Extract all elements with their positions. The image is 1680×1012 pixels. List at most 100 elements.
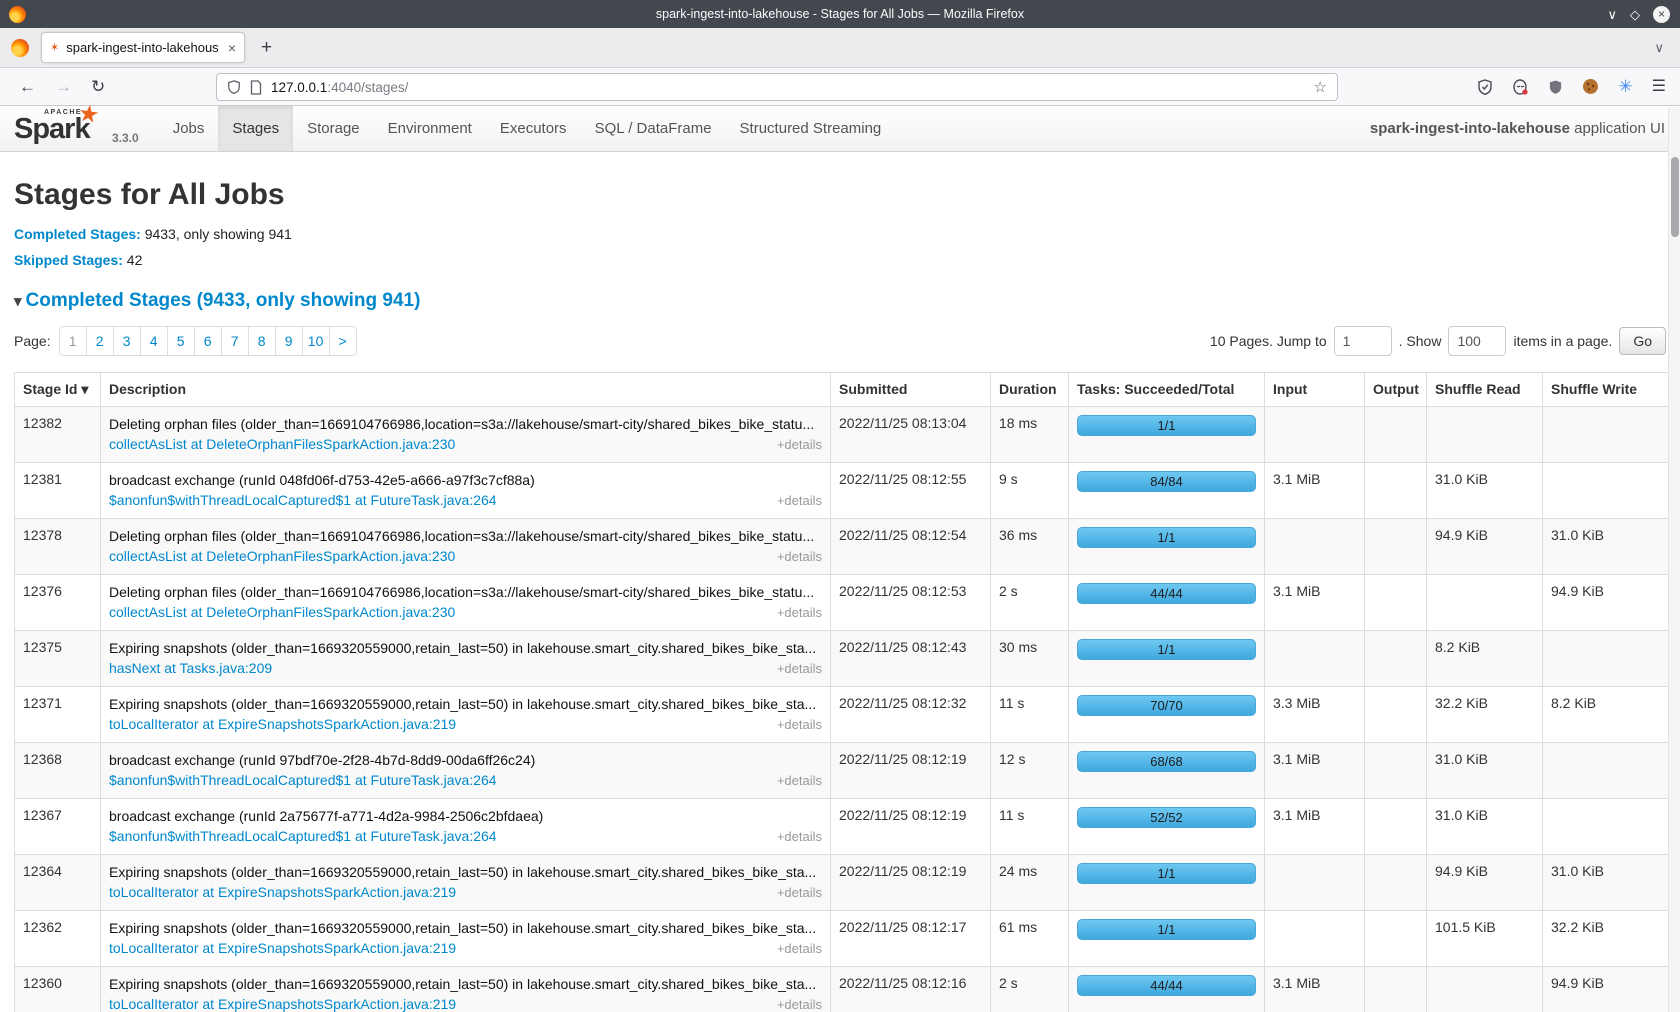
show-count-input[interactable]: [1448, 326, 1506, 356]
stage-detail-link[interactable]: toLocalIterator at ExpireSnapshotsSparkA…: [109, 995, 456, 1012]
shield-permissions-icon[interactable]: [227, 79, 241, 95]
shuffle-read-cell: 8.2 KiB: [1427, 631, 1543, 687]
shuffle-write-cell: [1543, 463, 1669, 519]
stage-detail-link[interactable]: $anonfun$withThreadLocalCaptured$1 at Fu…: [109, 827, 497, 846]
shuffle-write-cell: [1543, 799, 1669, 855]
output-cell: [1365, 687, 1427, 743]
extension-mask-icon[interactable]: [1512, 79, 1529, 95]
stage-description-text: Expiring snapshots (older_than=166932055…: [109, 863, 822, 882]
details-toggle[interactable]: +details: [777, 827, 822, 846]
column-header-input[interactable]: Input: [1265, 373, 1365, 407]
stage-detail-link[interactable]: $anonfun$withThreadLocalCaptured$1 at Fu…: [109, 771, 497, 790]
page-button-4[interactable]: 4: [140, 326, 168, 356]
submitted-cell: 2022/11/25 08:12:19: [831, 743, 991, 799]
extension-cookie-icon[interactable]: [1582, 78, 1599, 95]
bookmark-star-icon[interactable]: ☆: [1314, 78, 1327, 96]
shuffle-write-cell: 32.2 KiB: [1543, 911, 1669, 967]
jump-to-input[interactable]: [1334, 326, 1392, 356]
column-header-tasks-succeeded-total[interactable]: Tasks: Succeeded/Total: [1069, 373, 1265, 407]
page-button-10[interactable]: 10: [302, 326, 330, 356]
shuffle-write-cell: 8.2 KiB: [1543, 687, 1669, 743]
nav-item-environment[interactable]: Environment: [374, 106, 486, 151]
page-button-1[interactable]: 1: [59, 326, 87, 356]
page-button-9[interactable]: 9: [275, 326, 303, 356]
column-header-stage-id[interactable]: Stage Id ▾: [15, 373, 101, 407]
forward-button[interactable]: →: [55, 77, 72, 97]
page-next-button[interactable]: >: [329, 326, 357, 356]
page-button-8[interactable]: 8: [248, 326, 276, 356]
details-toggle[interactable]: +details: [777, 883, 822, 902]
details-toggle[interactable]: +details: [777, 603, 822, 622]
column-header-duration[interactable]: Duration: [991, 373, 1069, 407]
jump-to-text: 10 Pages. Jump to: [1210, 333, 1327, 349]
column-header-description[interactable]: Description: [101, 373, 831, 407]
column-header-output[interactable]: Output: [1365, 373, 1427, 407]
tasks-progress-bar: 44/44: [1077, 583, 1256, 604]
details-toggle[interactable]: +details: [777, 939, 822, 958]
window-maximize-icon[interactable]: ◇: [1630, 8, 1640, 21]
page-button-2[interactable]: 2: [86, 326, 114, 356]
page-button-5[interactable]: 5: [167, 326, 195, 356]
menu-icon[interactable]: ☰: [1652, 79, 1666, 95]
shuffle-read-cell: 94.9 KiB: [1427, 519, 1543, 575]
stage-detail-link[interactable]: toLocalIterator at ExpireSnapshotsSparkA…: [109, 883, 456, 902]
stage-detail-link[interactable]: collectAsList at DeleteOrphanFilesSparkA…: [109, 435, 455, 454]
window-minimize-icon[interactable]: ∨: [1607, 8, 1617, 21]
page-button-7[interactable]: 7: [221, 326, 249, 356]
nav-item-sql-dataframe[interactable]: SQL / DataFrame: [581, 106, 726, 151]
details-toggle[interactable]: +details: [777, 435, 822, 454]
submitted-cell: 2022/11/25 08:12:55: [831, 463, 991, 519]
stage-detail-link[interactable]: toLocalIterator at ExpireSnapshotsSparkA…: [109, 715, 456, 734]
details-toggle[interactable]: +details: [777, 995, 822, 1012]
details-toggle[interactable]: +details: [777, 547, 822, 566]
stage-detail-link[interactable]: collectAsList at DeleteOrphanFilesSparkA…: [109, 603, 455, 622]
list-all-tabs-icon[interactable]: ∨: [1654, 40, 1664, 56]
page-button-3[interactable]: 3: [113, 326, 141, 356]
browser-tab[interactable]: ✶ spark-ingest-into-lakehous ×: [41, 32, 245, 63]
page-button-6[interactable]: 6: [194, 326, 222, 356]
column-header-shuffle-read[interactable]: Shuffle Read: [1427, 373, 1543, 407]
stage-detail-link[interactable]: toLocalIterator at ExpireSnapshotsSparkA…: [109, 939, 456, 958]
window-close-icon[interactable]: ×: [1653, 6, 1670, 23]
stage-description-callsite: collectAsList at DeleteOrphanFilesSparkA…: [109, 547, 822, 566]
stage-description-text: Deleting orphan files (older_than=166910…: [109, 583, 822, 602]
description-cell: Expiring snapshots (older_than=166932055…: [101, 687, 831, 743]
completed-stages-link[interactable]: Completed Stages:: [14, 226, 141, 242]
nav-item-executors[interactable]: Executors: [486, 106, 581, 151]
completed-stages-section-header[interactable]: ▾Completed Stages (9433, only showing 94…: [14, 290, 1666, 312]
description-cell: Expiring snapshots (older_than=166932055…: [101, 855, 831, 911]
stage-detail-link[interactable]: $anonfun$withThreadLocalCaptured$1 at Fu…: [109, 491, 497, 510]
page-info-icon[interactable]: [250, 80, 262, 95]
stage-detail-link[interactable]: collectAsList at DeleteOrphanFilesSparkA…: [109, 547, 455, 566]
description-cell: Expiring snapshots (older_than=166932055…: [101, 967, 831, 1012]
tab-close-icon[interactable]: ×: [228, 40, 236, 56]
nav-item-structured-streaming[interactable]: Structured Streaming: [726, 106, 896, 151]
reload-button[interactable]: ↻: [91, 77, 105, 97]
details-toggle[interactable]: +details: [777, 659, 822, 678]
spark-logo[interactable]: APACHE Spark ★: [14, 109, 106, 149]
extension-asterisk-icon[interactable]: ✳: [1618, 79, 1632, 95]
details-toggle[interactable]: +details: [777, 491, 822, 510]
column-header-submitted[interactable]: Submitted: [831, 373, 991, 407]
nav-item-stages[interactable]: Stages: [218, 106, 293, 151]
nav-item-jobs[interactable]: Jobs: [159, 106, 219, 151]
new-tab-button[interactable]: +: [261, 37, 272, 59]
scrollbar-thumb[interactable]: [1671, 157, 1679, 237]
input-cell: 3.1 MiB: [1265, 575, 1365, 631]
column-header-shuffle-write[interactable]: Shuffle Write: [1543, 373, 1669, 407]
extension-ublock-icon[interactable]: [1548, 79, 1563, 95]
back-button[interactable]: ←: [19, 77, 36, 97]
details-toggle[interactable]: +details: [777, 771, 822, 790]
url-bar[interactable]: 127.0.0.1:4040/stages/ ☆: [216, 73, 1338, 101]
page-scrollbar[interactable]: [1668, 107, 1680, 1012]
details-toggle[interactable]: +details: [777, 715, 822, 734]
tasks-progress-bar: 1/1: [1077, 863, 1256, 884]
extension-shield-check-icon[interactable]: [1477, 79, 1493, 95]
stage-detail-link[interactable]: hasNext at Tasks.java:209: [109, 659, 272, 678]
url-text[interactable]: 127.0.0.1:4040/stages/: [271, 80, 408, 95]
skipped-stages-link[interactable]: Skipped Stages:: [14, 252, 123, 268]
duration-cell: 9 s: [991, 463, 1069, 519]
tasks-cell: 1/1: [1069, 855, 1265, 911]
nav-item-storage[interactable]: Storage: [293, 106, 374, 151]
go-button[interactable]: Go: [1619, 327, 1666, 355]
